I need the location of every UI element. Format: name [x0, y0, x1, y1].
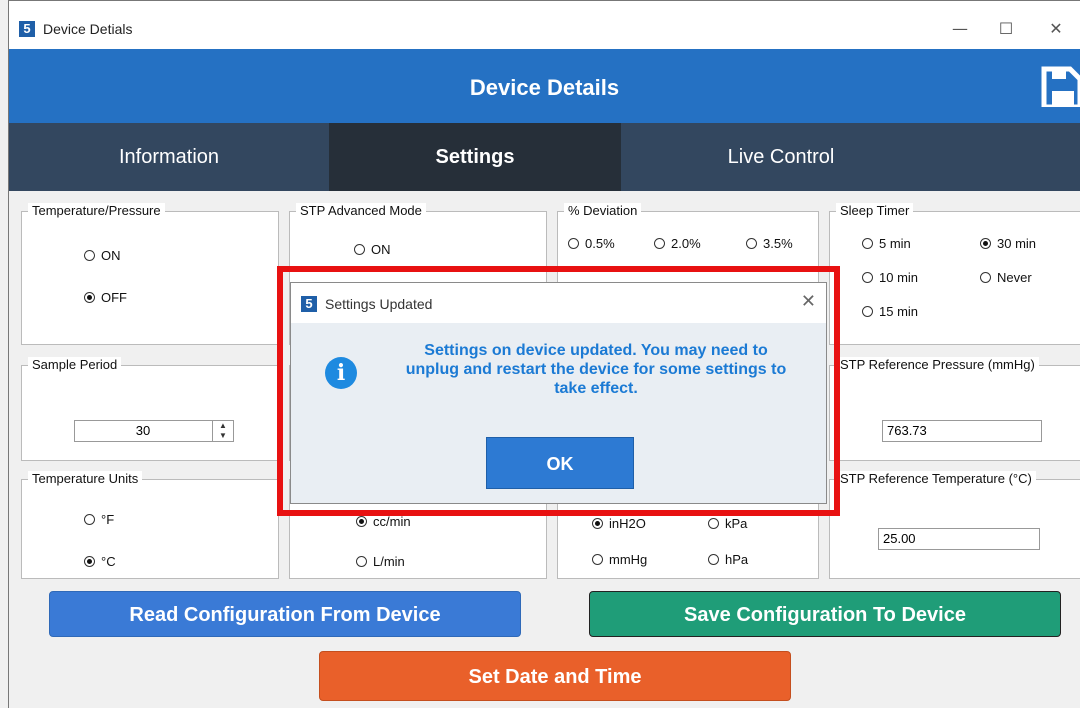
stp-ref-pressure-label: STP Reference Pressure (mmHg): [836, 357, 1039, 372]
radio-dot-icon: [568, 238, 579, 249]
sleep-30-min-label: 30 min: [997, 236, 1037, 251]
save-floppy-icon[interactable]: [1040, 65, 1080, 107]
radio-dot-selected-icon: [84, 556, 95, 567]
radio-dot-icon: [746, 238, 757, 249]
deviation-3.5-label: 3.5%: [763, 236, 793, 251]
deviation-0.5-radio[interactable]: 0.5%: [568, 236, 615, 251]
temp-unit-f-radio[interactable]: °F: [84, 512, 114, 527]
stp-advanced-mode-label: STP Advanced Mode: [296, 203, 426, 218]
tab-live-control[interactable]: Live Control: [621, 123, 941, 191]
radio-dot-selected-icon: [980, 238, 991, 249]
radio-dot-selected-icon: [356, 516, 367, 527]
stp-ref-temp-group: STP Reference Temperature (°C) 25.00: [829, 471, 1080, 579]
tab-settings[interactable]: Settings: [329, 123, 621, 191]
temp-pressure-on-label: ON: [101, 248, 121, 263]
sleep-never-radio[interactable]: Never: [980, 270, 1032, 285]
maximize-button[interactable]: ☐: [986, 15, 1026, 43]
radio-dot-icon: [654, 238, 665, 249]
deviation-3.5-radio[interactable]: 3.5%: [746, 236, 793, 251]
temp-pressure-off-label: OFF: [101, 290, 127, 305]
radio-dot-selected-icon: [592, 518, 603, 529]
pressure-mmhg-label: mmHg: [609, 552, 648, 567]
sleep-never-label: Never: [997, 270, 1032, 285]
highlight-frame: [277, 266, 840, 516]
sample-period-stepper[interactable]: 30 ▲ ▼: [74, 420, 234, 442]
radio-dot-selected-icon: [84, 292, 95, 303]
pressure-mmhg-radio[interactable]: mmHg: [592, 552, 647, 567]
header-bar: Device Details: [9, 49, 1080, 123]
pressure-inh2o-label: inH2O: [609, 516, 646, 531]
spinner-arrows-icon[interactable]: ▲ ▼: [212, 421, 233, 441]
stp-ref-pressure-input[interactable]: 763.73: [882, 420, 1042, 442]
stp-ref-temp-input[interactable]: 25.00: [878, 528, 1040, 550]
set-date-time-button[interactable]: Set Date and Time: [319, 651, 791, 701]
pressure-hpa-label: hPa: [725, 552, 749, 567]
page-title: Device Details: [469, 75, 620, 100]
temperature-units-group: Temperature Units °F °C: [21, 471, 279, 579]
temp-unit-c-radio[interactable]: °C: [84, 554, 116, 569]
read-config-button[interactable]: Read Configuration From Device: [49, 591, 521, 637]
stp-ref-temp-label: STP Reference Temperature (°C): [836, 471, 1036, 486]
app-logo-icon: 5: [19, 21, 35, 37]
minimize-button[interactable]: —: [940, 15, 980, 43]
deviation-2.0-label: 2.0%: [671, 236, 701, 251]
sleep-timer-label: Sleep Timer: [836, 203, 914, 218]
pressure-hpa-radio[interactable]: hPa: [708, 552, 748, 567]
sleep-10-min-label: 10 min: [879, 270, 919, 285]
stp-advanced-on-radio[interactable]: ON: [354, 242, 391, 257]
flow-cc-min-label: cc/min: [373, 514, 411, 529]
temp-unit-c-label: °C: [101, 554, 116, 569]
radio-dot-icon: [708, 518, 719, 529]
window-title: Device Detials: [43, 21, 133, 37]
deviation-2.0-radio[interactable]: 2.0%: [654, 236, 701, 251]
radio-dot-icon: [356, 556, 367, 567]
temp-pressure-off-radio[interactable]: OFF: [84, 290, 127, 305]
sleep-15-min-label: 15 min: [879, 304, 919, 319]
tab-information[interactable]: Information: [9, 123, 329, 191]
sleep-5-min-label: 5 min: [879, 236, 911, 251]
flow-cc-min-radio[interactable]: cc/min: [356, 514, 411, 529]
deviation-0.5-label: 0.5%: [585, 236, 615, 251]
temp-pressure-on-radio[interactable]: ON: [84, 248, 121, 263]
stp-ref-pressure-group: STP Reference Pressure (mmHg) 763.73: [829, 357, 1080, 461]
sleep-5-min-radio[interactable]: 5 min: [862, 236, 911, 251]
deviation-label: % Deviation: [564, 203, 642, 218]
flow-l-min-label: L/min: [373, 554, 405, 569]
radio-dot-icon: [84, 514, 95, 525]
tab-bar: Information Settings Live Control: [9, 123, 1080, 191]
stp-advanced-on-label: ON: [371, 242, 391, 257]
sleep-15-min-radio[interactable]: 15 min: [862, 304, 918, 319]
sleep-10-min-radio[interactable]: 10 min: [862, 270, 918, 285]
radio-dot-icon: [980, 272, 991, 283]
radio-dot-icon: [862, 306, 873, 317]
radio-dot-icon: [708, 554, 719, 565]
save-config-button[interactable]: Save Configuration To Device: [589, 591, 1061, 637]
radio-dot-icon: [862, 272, 873, 283]
close-window-button[interactable]: ✕: [1036, 15, 1076, 43]
radio-dot-icon: [592, 554, 603, 565]
sleep-30-min-radio[interactable]: 30 min: [980, 236, 1036, 251]
pressure-kpa-radio[interactable]: kPa: [708, 516, 747, 531]
radio-dot-icon: [354, 244, 365, 255]
sample-period-value: 30: [135, 423, 151, 438]
radio-dot-icon: [862, 238, 873, 249]
sleep-timer-group: Sleep Timer 5 min 30 min 10 min Never 15…: [829, 203, 1080, 345]
temperature-pressure-group: Temperature/Pressure ON OFF: [21, 203, 279, 345]
temperature-units-label: Temperature Units: [28, 471, 143, 486]
sample-period-label: Sample Period: [28, 357, 122, 372]
temp-unit-f-label: °F: [101, 512, 115, 527]
sample-period-group: Sample Period 30 ▲ ▼: [21, 357, 279, 461]
flow-l-min-radio[interactable]: L/min: [356, 554, 405, 569]
pressure-kpa-label: kPa: [725, 516, 748, 531]
temperature-pressure-label: Temperature/Pressure: [28, 203, 165, 218]
pressure-inh2o-radio[interactable]: inH2O: [592, 516, 646, 531]
radio-dot-icon: [84, 250, 95, 261]
